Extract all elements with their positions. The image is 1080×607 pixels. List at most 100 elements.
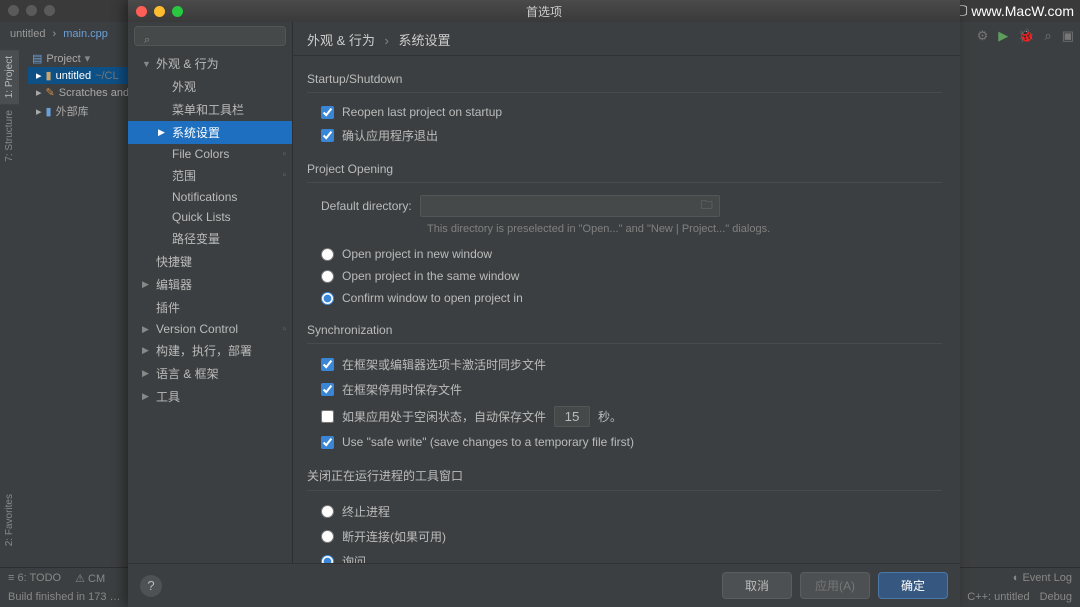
ok-button[interactable]: 确定 <box>878 572 948 599</box>
watermark: 🖵 www.MacW.com <box>954 2 1074 19</box>
close-icon[interactable] <box>8 5 19 16</box>
section-sync: Synchronization <box>307 323 942 344</box>
tree-quick-lists[interactable]: Quick Lists <box>128 207 292 227</box>
left-sidetabs: 1: Project 7: Structure 2: Favorites <box>0 50 22 552</box>
folder-icon[interactable]: 🗀 <box>701 196 713 217</box>
chk-autosave-idle[interactable] <box>321 410 334 423</box>
lbl-autosave-idle: 如果应用处于空闲状态，自动保存文件 <box>342 408 546 425</box>
dialog-footer: ? 取消 应用(A) 确定 <box>128 563 960 607</box>
tree-menus-toolbars[interactable]: 菜单和工具栏 <box>128 98 292 121</box>
crumb-current: 系统设置 <box>399 33 451 48</box>
folder-icon: ▮ <box>46 69 52 82</box>
search-icon: ⌕ <box>144 34 150 47</box>
default-dir-field[interactable]: 🗀 <box>420 195 720 217</box>
autosave-seconds-input[interactable] <box>554 406 590 427</box>
search-input[interactable] <box>134 26 286 46</box>
minimize-icon[interactable] <box>26 5 37 16</box>
tree-editor[interactable]: ▶编辑器 <box>128 273 292 296</box>
section-close-tool: 关闭正在运行进程的工具窗口 <box>307 467 942 491</box>
lbl-save-deactivate: 在框架停用时保存文件 <box>342 381 462 398</box>
tree-path-vars[interactable]: 路径变量 <box>128 227 292 250</box>
cmake-tab[interactable]: ⚠ CM <box>75 572 105 585</box>
settings-content: 外观 & 行为 › 系统设置 Startup/Shutdown Reopen l… <box>293 22 960 563</box>
section-startup: Startup/Shutdown <box>307 72 942 93</box>
tree-notifications[interactable]: Notifications <box>128 187 292 207</box>
build-icon[interactable]: ⚙ <box>977 28 989 44</box>
apply-button[interactable]: 应用(A) <box>800 572 870 599</box>
radio-terminate[interactable] <box>321 505 334 518</box>
tree-vcs[interactable]: ▶Version Control▫ <box>128 319 292 339</box>
tree-scopes[interactable]: 范围▫ <box>128 164 292 187</box>
radio-open-confirm[interactable] <box>321 292 334 305</box>
scratches-node[interactable]: ▸✎ Scratches and <box>28 84 128 101</box>
tree-file-colors[interactable]: File Colors▫ <box>128 144 292 164</box>
project-root[interactable]: ▸▮ untitled ~/CL <box>28 67 128 84</box>
ide-toolbar-right: ⚙ ▶ 🐞 ⌕ ▣ <box>977 28 1074 44</box>
dialog-titlebar: 首选项 <box>128 0 960 22</box>
debug-icon[interactable]: 🐞 <box>1018 28 1034 44</box>
chk-confirm-exit[interactable] <box>321 129 334 142</box>
breadcrumb-file[interactable]: main.cpp <box>59 26 112 42</box>
dialog-title: 首选项 <box>526 3 562 20</box>
chk-sync-activate[interactable] <box>321 358 334 371</box>
project-badge-icon: ▫ <box>282 170 286 181</box>
folder-icon: ▤ <box>32 52 42 65</box>
lbl-default-dir: Default directory: <box>321 199 412 213</box>
tree-appearance[interactable]: 外观 <box>128 75 292 98</box>
sidetab-structure[interactable]: 7: Structure <box>0 104 19 168</box>
context-label[interactable]: C++: untitled <box>967 591 1029 603</box>
todo-tab[interactable]: ≡ 6: TODO <box>8 572 61 585</box>
external-libs-node[interactable]: ▸▮ 外部库 <box>28 101 128 121</box>
sidetab-project[interactable]: 1: Project <box>0 50 19 104</box>
layout-icon[interactable]: ▣ <box>1062 28 1074 44</box>
config-label[interactable]: Debug <box>1040 591 1072 603</box>
lbl-disconnect: 断开连接(如果可用) <box>342 528 446 545</box>
radio-open-same[interactable] <box>321 270 334 283</box>
radio-ask[interactable] <box>321 555 334 563</box>
lbl-reopen: Reopen last project on startup <box>342 105 502 119</box>
tree-lang-fw[interactable]: ▶语言 & 框架 <box>128 362 292 385</box>
breadcrumb: untitled › main.cpp <box>6 28 112 40</box>
preferences-dialog: 首选项 ⌕ ▼外观 & 行为 外观 菜单和工具栏 ▶系统设置 File Colo… <box>128 0 960 607</box>
lbl-open-new: Open project in new window <box>342 247 492 261</box>
lbl-open-confirm: Confirm window to open project in <box>342 291 523 305</box>
cancel-button[interactable]: 取消 <box>722 572 792 599</box>
run-icon[interactable]: ▶ <box>998 28 1008 44</box>
section-project-opening: Project Opening <box>307 162 942 183</box>
radio-open-new[interactable] <box>321 248 334 261</box>
build-status: Build finished in 173 … <box>8 591 121 603</box>
close-icon[interactable] <box>136 6 147 17</box>
search-icon[interactable]: ⌕ <box>1044 28 1051 44</box>
lbl-confirm-exit: 确认应用程序退出 <box>342 127 438 144</box>
lbl-safe-write: Use "safe write" (save changes to a temp… <box>342 435 634 449</box>
breadcrumb-project[interactable]: untitled <box>6 26 49 42</box>
lbl-sync-activate: 在框架或编辑器选项卡激活时同步文件 <box>342 356 546 373</box>
chk-save-deactivate[interactable] <box>321 383 334 396</box>
tree-plugins[interactable]: 插件 <box>128 296 292 319</box>
settings-tree: ▼外观 & 行为 外观 菜单和工具栏 ▶系统设置 File Colors▫ 范围… <box>128 52 292 563</box>
project-badge-icon: ▫ <box>282 324 286 335</box>
tree-keymap[interactable]: 快捷键 <box>128 250 292 273</box>
radio-disconnect[interactable] <box>321 530 334 543</box>
tree-tools[interactable]: ▶工具 <box>128 385 292 408</box>
settings-sidebar: ⌕ ▼外观 & 行为 外观 菜单和工具栏 ▶系统设置 File Colors▫ … <box>128 22 293 563</box>
tree-appearance-behavior[interactable]: ▼外观 & 行为 <box>128 52 292 75</box>
lbl-terminate: 终止进程 <box>342 503 390 520</box>
project-panel: ▤ Project ▾ ▸▮ untitled ~/CL ▸✎ Scratche… <box>28 50 128 121</box>
library-icon: ▮ <box>46 105 52 118</box>
zoom-icon[interactable] <box>44 5 55 16</box>
project-panel-header[interactable]: ▤ Project ▾ <box>28 50 128 67</box>
event-log[interactable]: ◐ Event Log <box>1013 572 1072 585</box>
lbl-open-same: Open project in the same window <box>342 269 519 283</box>
minimize-icon[interactable] <box>154 6 165 17</box>
help-button[interactable]: ? <box>140 575 162 597</box>
tree-build[interactable]: ▶构建，执行，部署 <box>128 339 292 362</box>
chk-safe-write[interactable] <box>321 436 334 449</box>
crumb-parent[interactable]: 外观 & 行为 <box>307 33 375 48</box>
zoom-icon[interactable] <box>172 6 183 17</box>
chk-reopen-project[interactable] <box>321 106 334 119</box>
tree-system-settings[interactable]: ▶系统设置 <box>128 121 292 144</box>
hint-default-dir: This directory is preselected in "Open..… <box>307 221 942 243</box>
project-badge-icon: ▫ <box>282 149 286 160</box>
sidetab-favorites[interactable]: 2: Favorites <box>0 488 19 552</box>
